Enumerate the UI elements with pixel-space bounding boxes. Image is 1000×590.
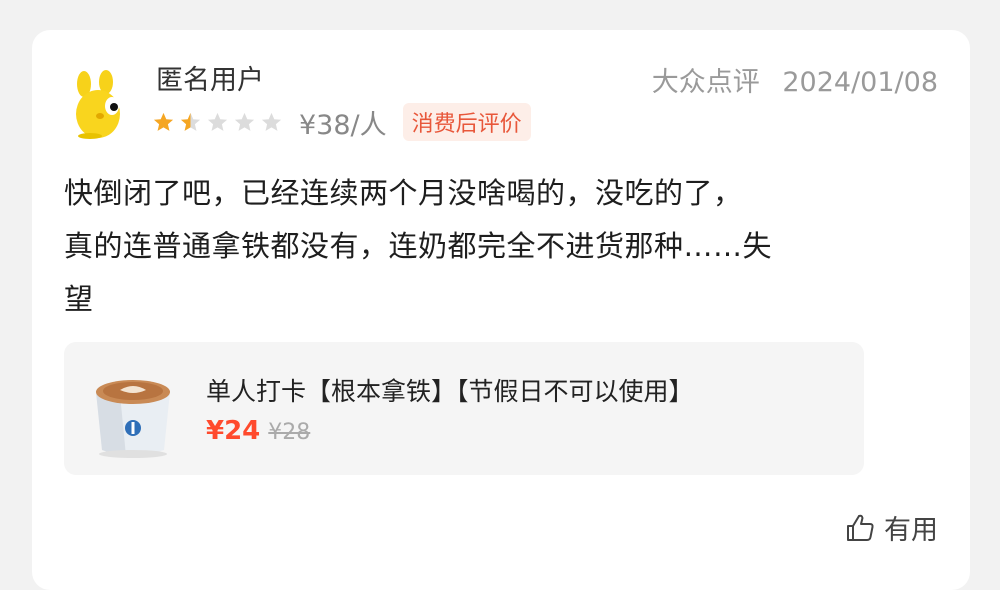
- review-card: 匿名用户 大众点评 2024/01/08 ¥38/人 消费后评价 快倒闭了吧，已…: [32, 30, 970, 590]
- review-text-line: 望: [64, 282, 94, 316]
- deal-title: 单人打卡【根本拿铁】【节假日不可以使用】: [206, 377, 694, 406]
- review-text: 快倒闭了吧，已经连续两个月没啥喝的，没吃的了， 真的连普通拿铁都没有，连奶都完全…: [64, 167, 944, 326]
- star-icon: [180, 112, 201, 131]
- review-text-line: 快倒闭了吧，已经连续两个月没啥喝的，没吃的了，: [64, 176, 743, 210]
- useful-button[interactable]: 有用: [844, 508, 938, 547]
- review-text-line: 真的连普通拿铁都没有，连奶都完全不进货那种……失: [64, 229, 773, 263]
- deal-original-price: ¥28: [268, 420, 311, 445]
- review-meta: 大众点评 2024/01/08: [652, 60, 938, 99]
- review-date: 2024/01/08: [782, 67, 938, 98]
- deal-price: ¥24: [206, 416, 261, 446]
- user-name[interactable]: 匿名用户: [156, 58, 264, 97]
- verified-badge: 消费后评价: [402, 103, 531, 141]
- deal-prices: ¥24 ¥28: [206, 416, 310, 446]
- avatar[interactable]: [70, 70, 132, 140]
- deal-card[interactable]: 单人打卡【根本拿铁】【节假日不可以使用】 ¥24 ¥28: [64, 342, 864, 475]
- star-rating: [152, 111, 287, 133]
- star-icon: [153, 112, 174, 131]
- star-icon: [234, 112, 255, 131]
- review-source: 大众点评: [651, 67, 760, 98]
- avatar-character-icon: [76, 70, 120, 139]
- rating-row: ¥38/人 消费后评价: [152, 102, 531, 142]
- thumbs-up-icon: [847, 514, 874, 541]
- coffee-cup-icon: [74, 354, 192, 464]
- deal-image: [74, 354, 192, 464]
- star-icon: [207, 112, 228, 131]
- useful-label: 有用: [884, 515, 938, 546]
- price-per-person: ¥38/人: [299, 109, 387, 141]
- star-icon: [261, 112, 282, 131]
